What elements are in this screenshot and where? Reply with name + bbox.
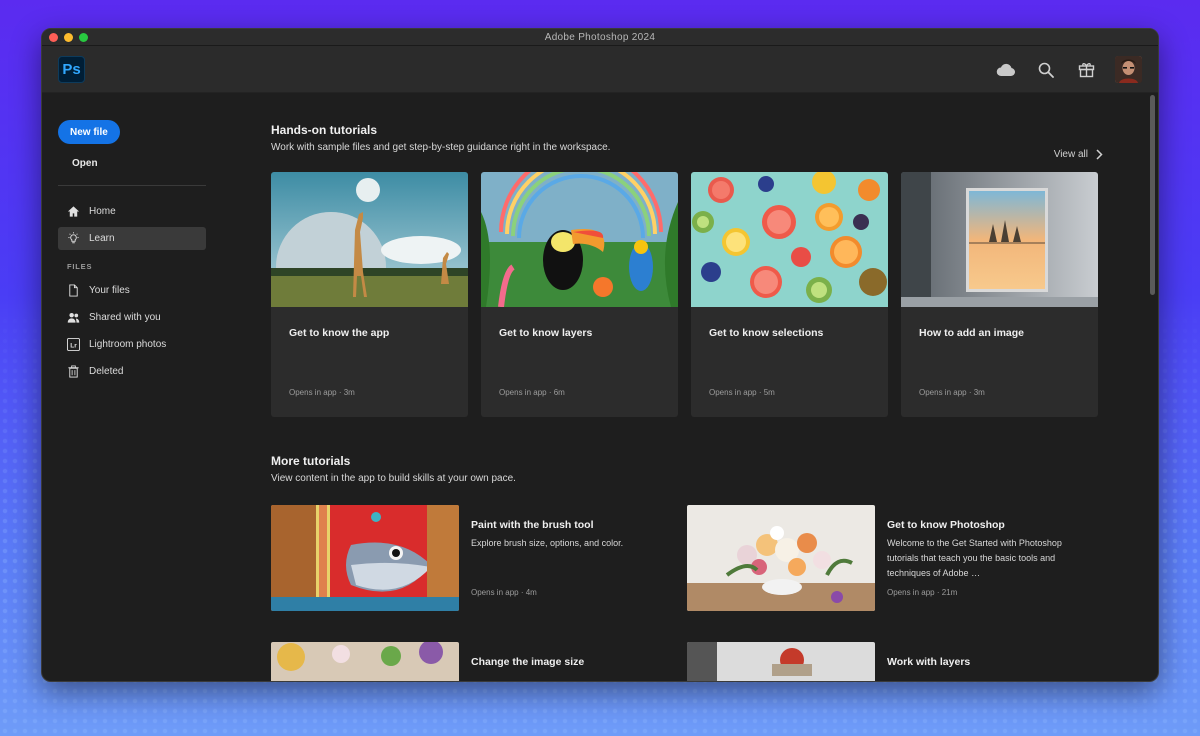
photoshop-logo[interactable]: Ps bbox=[58, 55, 85, 83]
tutorial-card-get-to-know-layers[interactable]: Get to know layers Opens in app · 6m bbox=[481, 172, 678, 417]
app-bar: Ps bbox=[42, 46, 1158, 93]
lightroom-icon: Lr bbox=[67, 338, 80, 351]
hands-on-tutorials-subtitle: Work with sample files and get step-by-s… bbox=[271, 142, 611, 153]
close-window-button[interactable] bbox=[49, 33, 58, 42]
home-icon bbox=[67, 206, 80, 217]
tutorial-item-paint-with-brush[interactable]: Paint with the brush tool Explore brush … bbox=[271, 505, 659, 611]
card-meta: Opens in app · 3m bbox=[289, 388, 355, 397]
more-tutorials-grid: Paint with the brush tool Explore brush … bbox=[271, 505, 1091, 681]
thumbnail-fish-painting bbox=[271, 505, 459, 611]
card-meta: Opens in app · 5m bbox=[709, 388, 775, 397]
gift-icon[interactable] bbox=[1075, 59, 1097, 81]
open-button[interactable]: Open bbox=[72, 158, 222, 169]
tutorial-item-work-with-layers[interactable]: Work with layers bbox=[687, 642, 1075, 681]
more-tutorials-subtitle: View content in the app to build skills … bbox=[271, 473, 516, 484]
thumbnail-toucan bbox=[481, 172, 678, 307]
tutorial-item-get-to-know-photoshop[interactable]: Get to know Photoshop Welcome to the Get… bbox=[687, 505, 1075, 611]
tutorial-card-get-to-know-the-app[interactable]: Get to know the app Opens in app · 3m bbox=[271, 172, 468, 417]
tutorial-title: Paint with the brush tool bbox=[471, 519, 594, 531]
card-title: How to add an image bbox=[919, 327, 1025, 339]
sidebar-divider bbox=[58, 185, 206, 186]
thumbnail-flowers bbox=[271, 642, 459, 681]
lightbulb-icon bbox=[68, 232, 79, 244]
thumbnail-giraffe-moon bbox=[271, 172, 468, 307]
card-meta: Opens in app · 3m bbox=[919, 388, 985, 397]
shared-users-icon bbox=[67, 312, 80, 323]
card-title: Get to know the app bbox=[289, 327, 390, 339]
thumbnail-flower-arrangement bbox=[687, 505, 875, 611]
trash-icon bbox=[68, 365, 79, 378]
sidebar-item-deleted[interactable]: Deleted bbox=[58, 360, 206, 383]
tutorial-card-how-to-add-an-image[interactable]: How to add an image Opens in app · 3m bbox=[901, 172, 1098, 417]
tutorial-title: Work with layers bbox=[887, 656, 971, 668]
learn-content: Hands-on tutorials Work with sample file… bbox=[222, 93, 1158, 681]
sidebar-item-label: Lightroom photos bbox=[89, 339, 167, 350]
app-bar-actions bbox=[995, 56, 1142, 83]
title-bar: Adobe Photoshop 2024 bbox=[42, 29, 1158, 46]
sidebar-item-label: Deleted bbox=[89, 366, 124, 377]
sidebar-item-home[interactable]: Home bbox=[58, 200, 206, 223]
tutorial-title: Get to know Photoshop bbox=[887, 519, 1005, 531]
photoshop-window: Adobe Photoshop 2024 Ps New file Open Ho… bbox=[41, 28, 1159, 682]
more-tutorials-title: More tutorials bbox=[271, 454, 351, 468]
thumbnail-framed-print bbox=[901, 172, 1098, 307]
sidebar-item-label: Learn bbox=[89, 233, 115, 244]
tutorial-title: Change the image size bbox=[471, 656, 585, 668]
sidebar-item-label: Shared with you bbox=[89, 312, 161, 323]
search-icon[interactable] bbox=[1035, 59, 1057, 81]
minimize-window-button[interactable] bbox=[64, 33, 73, 42]
sidebar-item-learn[interactable]: Learn bbox=[58, 227, 206, 250]
chevron-right-icon bbox=[1096, 149, 1103, 160]
zoom-window-button[interactable] bbox=[79, 33, 88, 42]
card-title: Get to know layers bbox=[499, 327, 593, 339]
thumbnail-fruit bbox=[691, 172, 888, 307]
cloud-icon[interactable] bbox=[995, 59, 1017, 81]
user-avatar[interactable] bbox=[1115, 56, 1142, 83]
hands-on-cards: Get to know the app Opens in app · 3m Ge… bbox=[271, 172, 1158, 417]
window-title: Adobe Photoshop 2024 bbox=[544, 31, 656, 43]
view-all-link[interactable]: View all bbox=[1054, 149, 1103, 160]
sidebar: New file Open Home Learn FILES Your file… bbox=[42, 93, 222, 681]
sidebar-item-shared-with-you[interactable]: Shared with you bbox=[58, 306, 206, 329]
tutorial-item-change-image-size[interactable]: Change the image size bbox=[271, 642, 659, 681]
view-all-label: View all bbox=[1053, 149, 1088, 160]
card-meta: Opens in app · 6m bbox=[499, 388, 565, 397]
tutorial-meta: Opens in app · 21m bbox=[887, 588, 958, 597]
file-icon bbox=[69, 284, 78, 297]
svg-text:Lr: Lr bbox=[70, 342, 77, 349]
tutorial-card-get-to-know-selections[interactable]: Get to know selections Opens in app · 5m bbox=[691, 172, 888, 417]
sidebar-item-label: Home bbox=[89, 206, 116, 217]
sidebar-item-your-files[interactable]: Your files bbox=[58, 279, 206, 302]
sidebar-item-lightroom-photos[interactable]: Lr Lightroom photos bbox=[58, 333, 206, 356]
vertical-scrollbar[interactable] bbox=[1150, 95, 1155, 295]
more-tutorials-section: More tutorials View content in the app t… bbox=[271, 454, 1158, 681]
card-title: Get to know selections bbox=[709, 327, 824, 339]
tutorial-description: Explore brush size, options, and color. bbox=[471, 538, 624, 548]
thumbnail-layers bbox=[687, 642, 875, 681]
tutorial-meta: Opens in app · 4m bbox=[471, 588, 537, 597]
new-file-button[interactable]: New file bbox=[58, 120, 120, 144]
window-controls bbox=[49, 33, 88, 42]
files-section-heading: FILES bbox=[67, 262, 93, 271]
sidebar-item-label: Your files bbox=[89, 285, 130, 296]
tutorial-description: Welcome to the Get Started with Photosho… bbox=[887, 538, 1062, 578]
hands-on-tutorials-title: Hands-on tutorials bbox=[271, 123, 378, 137]
